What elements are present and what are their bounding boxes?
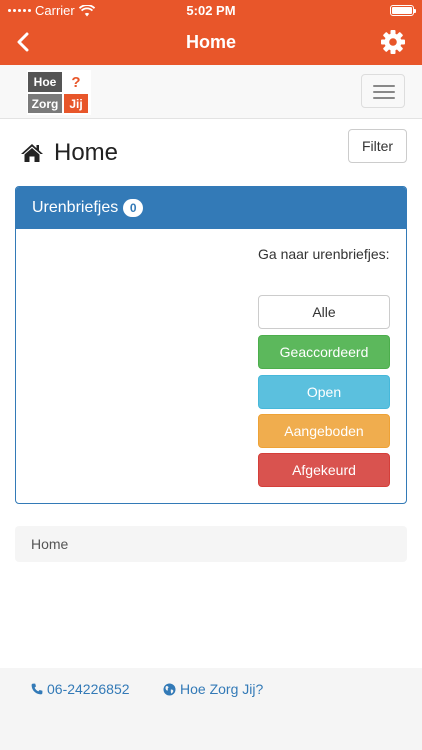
phone-number: 06-24226852 <box>47 681 130 697</box>
panel-heading-title: Urenbriefjes <box>32 199 119 216</box>
app-bar: Home <box>0 20 422 65</box>
gear-icon <box>381 30 405 54</box>
status-bar: Carrier 5:02 PM <box>0 0 422 20</box>
count-badge: 0 <box>123 199 144 217</box>
aangeboden-button[interactable]: Aangeboden <box>258 414 390 448</box>
afgekeurd-button[interactable]: Afgekeurd <box>258 453 390 487</box>
panel-heading: Urenbriefjes 0 <box>16 187 406 229</box>
status-time: 5:02 PM <box>186 3 236 18</box>
logo-word-hoe: Hoe <box>28 72 62 92</box>
website-link[interactable]: Hoe Zorg Jij? <box>163 681 263 697</box>
settings-button[interactable] <box>380 29 406 55</box>
logo[interactable]: Hoe ? Zorg Jij <box>27 70 91 115</box>
website-label: Hoe Zorg Jij? <box>180 681 264 697</box>
breadcrumb: Home <box>15 526 407 562</box>
open-button[interactable]: Open <box>258 375 390 409</box>
geaccordeerd-button[interactable]: Geaccordeerd <box>258 335 390 369</box>
globe-icon <box>163 683 176 695</box>
footer: 06-24226852 Hoe Zorg Jij? <box>0 668 422 750</box>
app-bar-title: Home <box>185 32 236 52</box>
breadcrumb-item-home: Home <box>31 536 69 552</box>
phone-icon <box>31 683 43 695</box>
menu-icon-bar <box>373 85 395 87</box>
logo-word-zorg: Zorg <box>28 94 62 113</box>
alle-button[interactable]: Alle <box>258 295 390 329</box>
filter-button[interactable]: Filter <box>348 129 407 163</box>
logo-question-mark: ? <box>71 73 81 91</box>
page-title: Home <box>20 138 118 168</box>
menu-toggle-button[interactable] <box>361 74 405 108</box>
menu-icon-bar <box>373 91 395 93</box>
menu-icon-bar <box>373 97 395 99</box>
page-title-text: Home <box>54 139 119 166</box>
phone-link[interactable]: 06-24226852 <box>31 681 130 697</box>
home-icon <box>21 144 43 162</box>
navbar: Hoe ? Zorg Jij <box>0 65 422 119</box>
goto-label: Ga naar urenbriefjes: <box>258 246 390 262</box>
urenbriefjes-panel: Urenbriefjes 0 Ga naar urenbriefjes: All… <box>15 186 407 504</box>
logo-word-jij: Jij <box>64 94 88 113</box>
battery-icon <box>390 5 416 16</box>
